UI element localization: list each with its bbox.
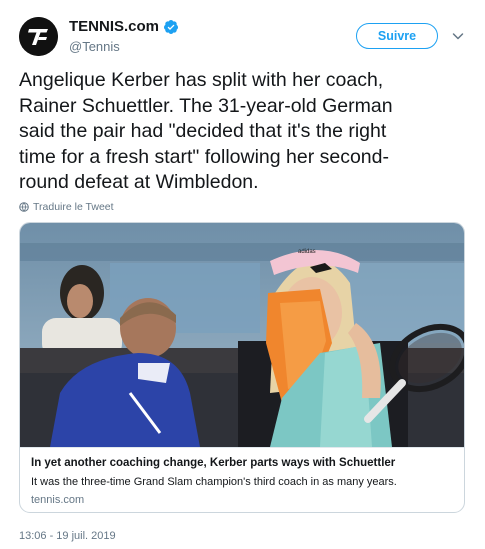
verified-badge-icon xyxy=(164,19,179,34)
visor-brand-text: adidas xyxy=(298,249,316,255)
translate-label: Traduire le Tweet xyxy=(33,201,114,213)
author-handle[interactable]: @Tennis xyxy=(69,39,120,54)
follow-button[interactable]: Suivre xyxy=(356,23,438,49)
translate-link[interactable]: Traduire le Tweet xyxy=(19,201,114,213)
avatar[interactable] xyxy=(19,17,58,56)
card-domain: tennis.com xyxy=(31,494,85,506)
globe-icon xyxy=(19,202,29,212)
tweet-text: Angelique Kerber has split with her coac… xyxy=(19,69,393,193)
card-title: In yet another coaching change, Kerber p… xyxy=(31,457,396,469)
tennis-logo-icon xyxy=(19,17,58,56)
card-description: It was the three-time Grand Slam champio… xyxy=(31,476,397,488)
author-name[interactable]: TENNIS.com xyxy=(69,18,159,35)
card-body: In yet another coaching change, Kerber p… xyxy=(20,447,464,512)
author-row: TENNIS.com xyxy=(69,18,179,35)
chevron-down-icon[interactable] xyxy=(452,30,464,42)
link-card[interactable]: adidas In yet another coaching change, K… xyxy=(19,222,465,513)
tweet-timestamp[interactable]: 13:06 - 19 juil. 2019 xyxy=(19,530,116,542)
card-image: adidas xyxy=(20,223,464,447)
